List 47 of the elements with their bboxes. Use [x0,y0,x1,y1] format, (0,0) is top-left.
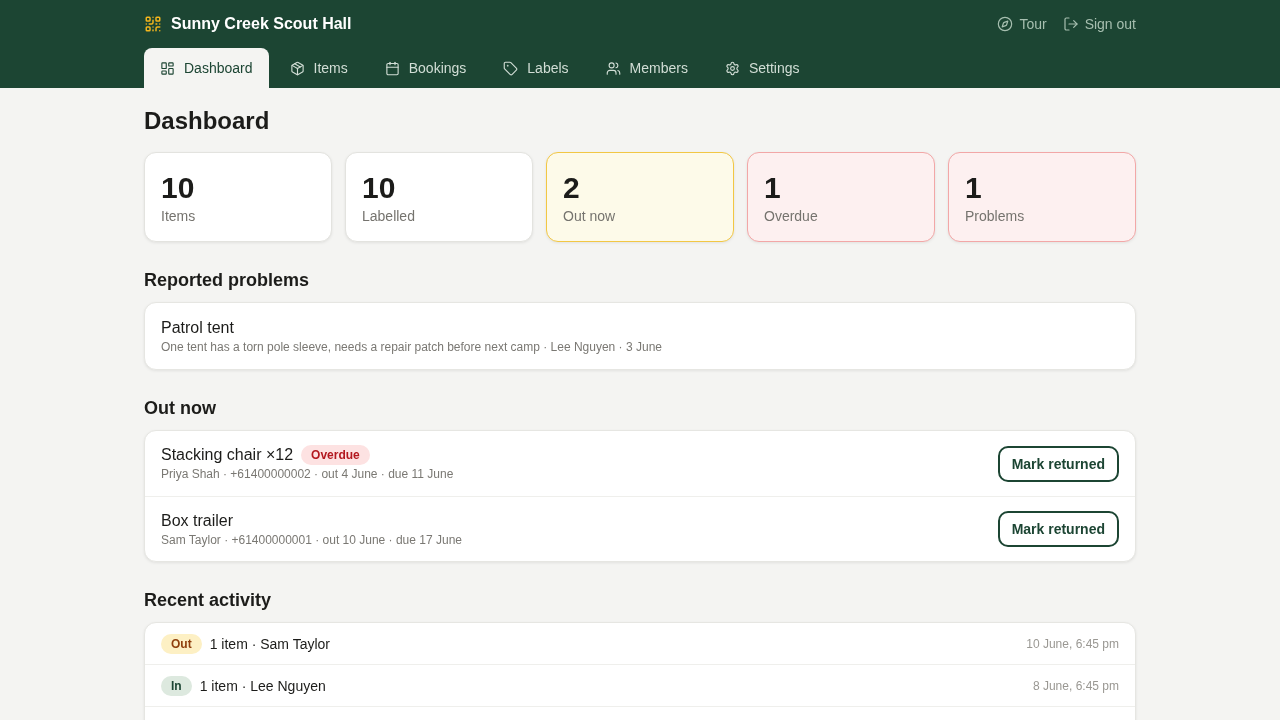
mark-returned-button[interactable]: Mark returned [997,445,1119,482]
stat-value: 1 [764,171,782,205]
nav-tab[interactable]: Bookings [368,48,483,88]
stat-label: Overdue [764,207,819,225]
section-heading: Reported problems [144,269,311,292]
item-detail: Priya Shah · +61400000002 · out 4 June · due 11 June [161,466,454,482]
settings-icon [724,60,740,76]
activity-text: 1 item · Lee Nguyen [199,677,326,694]
mark-returned-button[interactable]: Mark returned [997,511,1119,547]
page-title: Dashboard [144,106,271,136]
tag-icon [503,60,519,76]
section-heading: Out now [144,397,217,420]
item-detail: Sam Taylor · +61400000001 · out 10 June · due 17 June [161,531,462,548]
overdue-badge: Overdue [301,445,370,465]
stat-label: Problems [965,207,1026,225]
dashboard-icon [160,60,175,76]
stat-label: Labelled [362,207,416,225]
package-icon [289,60,305,76]
nav-tab[interactable]: Members [589,48,704,88]
activity-time: 10 June, 6:45 pm [1026,636,1119,651]
sign-out-link[interactable]: Sign out [1062,16,1136,32]
status-badge: Out [161,633,202,654]
tour-link[interactable]: Tour [997,16,1047,32]
item-title: Box trailer [161,510,234,531]
nav-tab[interactable]: Labels [487,48,585,88]
nav-tab[interactable]: Settings [708,48,816,88]
status-badge: In [161,675,192,696]
compass-icon [997,16,1014,32]
section-heading: Recent activity [144,589,273,612]
app-title: Sunny Creek Scout Hall [171,15,352,33]
qr-code-icon [144,15,162,33]
stat-label: Items [161,207,197,225]
activity-time: 8 June, 6:45 pm [1032,678,1119,693]
stat-label: Out now [563,207,617,225]
stat-value: 1 [965,171,983,205]
calendar-icon [384,60,400,76]
activity-text: 1 item · Sam Taylor [209,635,330,652]
item-title: Patrol tent [161,318,235,338]
stat-value: 2 [563,171,581,205]
nav-tab[interactable]: Dashboard [144,48,269,88]
stat-value: 10 [161,171,196,205]
nav-tab[interactable]: Items [273,48,364,88]
stat-value: 10 [362,171,397,205]
sign-out-icon [1062,16,1079,32]
item-detail: One tent has a torn pole sleeve, needs a repair patch before next camp · Lee Nguyen · 3 June [161,339,663,355]
users-icon [605,60,621,76]
item-title: Stacking chair ×12 [161,445,294,465]
